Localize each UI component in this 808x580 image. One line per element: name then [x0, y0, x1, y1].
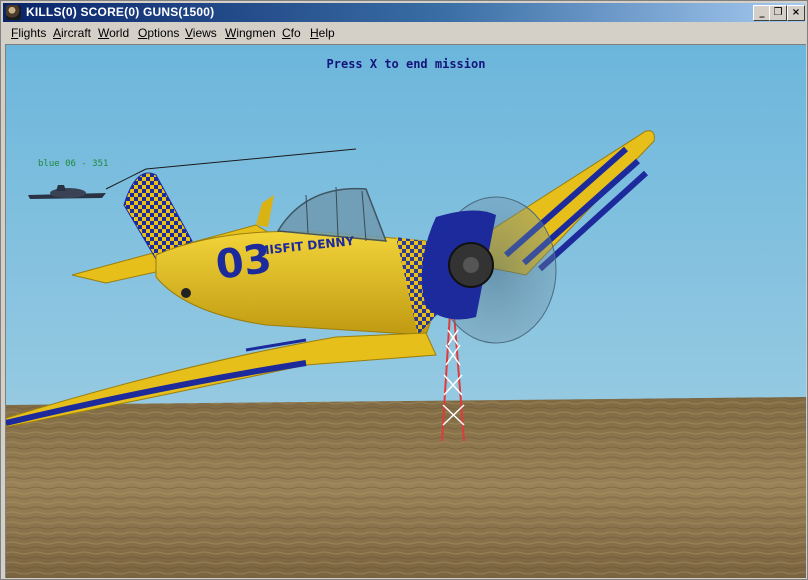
- propeller-hub: [463, 257, 479, 273]
- 3d-viewport[interactable]: 03 MISFIT DENNY Press X to end mission b…: [5, 44, 806, 578]
- mission-message: Press X to end mission: [326, 57, 486, 71]
- menu-cfo[interactable]: Cfo: [282, 26, 301, 40]
- menu-bar: Flights Aircraft World Options Views Win…: [3, 23, 805, 43]
- menu-aircraft[interactable]: Aircraft: [53, 26, 91, 40]
- target-callsign-label: blue 06 - 351: [38, 159, 109, 169]
- game-window: KILLS(0) SCORE(0) GUNS(1500) _ ❐ × Fligh…: [0, 0, 808, 580]
- menu-world[interactable]: World: [98, 26, 129, 40]
- restore-button[interactable]: ❐: [769, 5, 787, 21]
- menu-flights[interactable]: Flights: [11, 26, 46, 40]
- menu-wingmen[interactable]: Wingmen: [225, 26, 276, 40]
- pilot-app-icon[interactable]: [6, 5, 21, 20]
- menu-options[interactable]: Options: [138, 26, 179, 40]
- close-button[interactable]: ×: [787, 5, 805, 21]
- menu-help[interactable]: Help: [310, 26, 335, 40]
- flight-scene: 03 MISFIT DENNY: [6, 45, 806, 578]
- title-bar[interactable]: KILLS(0) SCORE(0) GUNS(1500) _ ❐ ×: [3, 3, 805, 22]
- menu-views[interactable]: Views: [185, 26, 217, 40]
- tail-wheel: [181, 288, 191, 298]
- window-title: KILLS(0) SCORE(0) GUNS(1500): [26, 5, 215, 19]
